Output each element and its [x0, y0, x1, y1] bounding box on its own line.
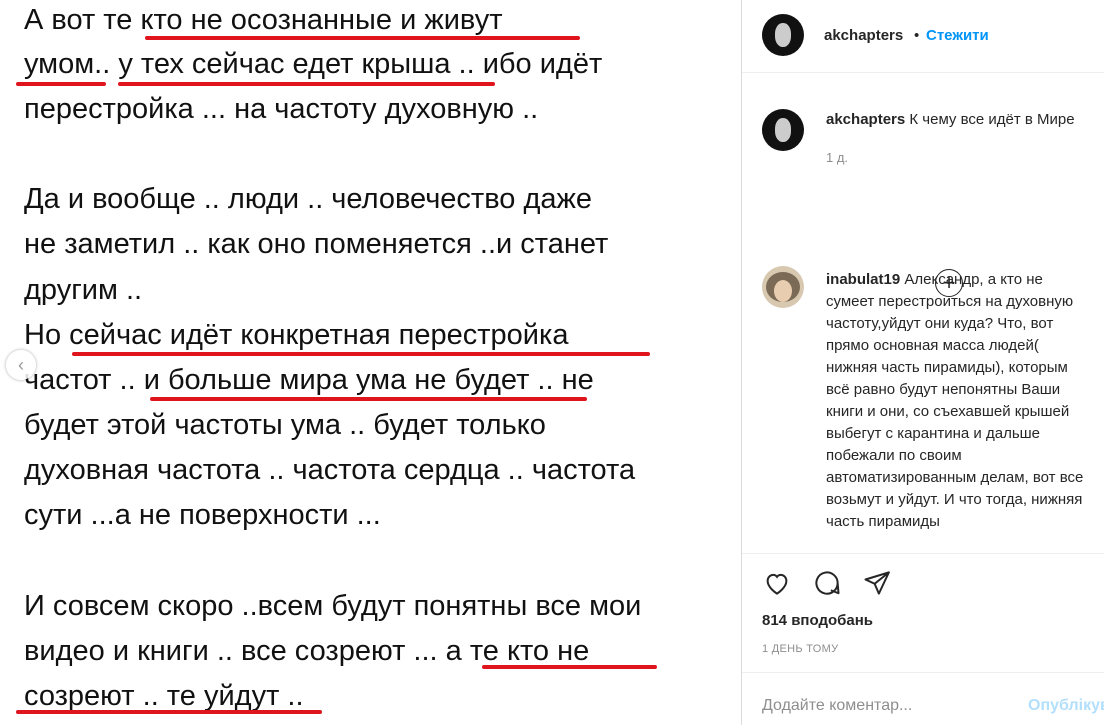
- caption: akchapters К чему все идёт в Мире: [826, 111, 1075, 128]
- separator-dot: •: [914, 27, 920, 44]
- share-button[interactable]: [862, 568, 892, 598]
- post-comment-button[interactable]: Опублікувати: [1028, 697, 1104, 715]
- follow-button[interactable]: Стежити: [926, 27, 989, 44]
- red-underline: [72, 352, 650, 356]
- post-text-line: И совсем скоро ..всем будут понятны все …: [24, 590, 642, 622]
- post-text-line: созреют .. те уйдут ..: [24, 680, 304, 712]
- share-icon: [864, 571, 890, 595]
- post-text-line: Но сейчас идёт конкретная перестройка: [24, 319, 569, 351]
- post-text-line: другим ..: [24, 274, 143, 306]
- like-button[interactable]: [762, 568, 792, 598]
- previous-image-button[interactable]: ‹: [6, 350, 36, 380]
- comment-button[interactable]: [812, 568, 842, 598]
- comment-text: Александр, а кто не сумеет перестроиться…: [826, 271, 1084, 530]
- post-text-line: частот .. и больше мира ума не будет .. …: [24, 364, 594, 396]
- post-text-line: А вот те кто не осознанные и живут: [24, 4, 503, 36]
- chevron-left-icon: ‹: [18, 354, 24, 375]
- post-text-line: Да и вообще .. люди .. человечество даже: [24, 183, 593, 215]
- post-actions: 814 вподобань 1 ДЕНЬ ТОМУ: [742, 553, 1104, 674]
- post-text-line: умом.. у тех сейчас едет крыша .. ибо ид…: [24, 48, 603, 80]
- comment-icon: [815, 571, 840, 595]
- post-header: akchapters • Стежити: [742, 0, 1104, 73]
- post-text-line: будет этой частоты ума .. будет только: [24, 409, 546, 441]
- red-underline: [118, 82, 495, 86]
- caption-text: К чему все идёт в Мире: [909, 111, 1075, 128]
- comment: inabulat19 Александр, а кто не сумеет пе…: [826, 269, 1088, 533]
- header-username[interactable]: akchapters: [824, 27, 903, 44]
- avatar[interactable]: [762, 14, 804, 56]
- comments-list[interactable]: akchapters К чему все идёт в Мире 1 д. +…: [742, 73, 1104, 553]
- comment-username[interactable]: inabulat19: [826, 271, 900, 288]
- post-text-line: духовная частота .. частота сердца .. ча…: [24, 454, 636, 486]
- caption-time[interactable]: 1 д.: [826, 150, 848, 165]
- caption-username[interactable]: akchapters: [826, 111, 905, 128]
- red-underline: [145, 36, 580, 40]
- post-side-panel: akchapters • Стежити akchapters К чему в…: [741, 0, 1104, 725]
- avatar[interactable]: [762, 266, 804, 308]
- post-date[interactable]: 1 ДЕНЬ ТОМУ: [762, 643, 838, 655]
- add-comment-bar: Додайте коментар... Опублікувати: [742, 672, 1104, 726]
- post-text-line: перестройка ... на частоту духовную ..: [24, 93, 539, 125]
- avatar[interactable]: [762, 109, 804, 151]
- red-underline: [16, 710, 322, 714]
- post-text-line: не заметил .. как оно поменяется ..и ста…: [24, 228, 609, 260]
- comment-input[interactable]: Додайте коментар...: [762, 697, 912, 715]
- red-underline: [150, 397, 587, 401]
- likes-count[interactable]: 814 вподобань: [762, 612, 873, 629]
- post-image[interactable]: А вот те кто не осознанные и живут умом.…: [0, 0, 741, 725]
- post-text-line: видео и книги .. все созреют ... а те кт…: [24, 635, 590, 667]
- red-underline: [482, 665, 657, 669]
- post-text-line: сути ...а не поверхности ...: [24, 499, 381, 531]
- red-underline: [16, 82, 106, 86]
- heart-icon: [766, 573, 788, 595]
